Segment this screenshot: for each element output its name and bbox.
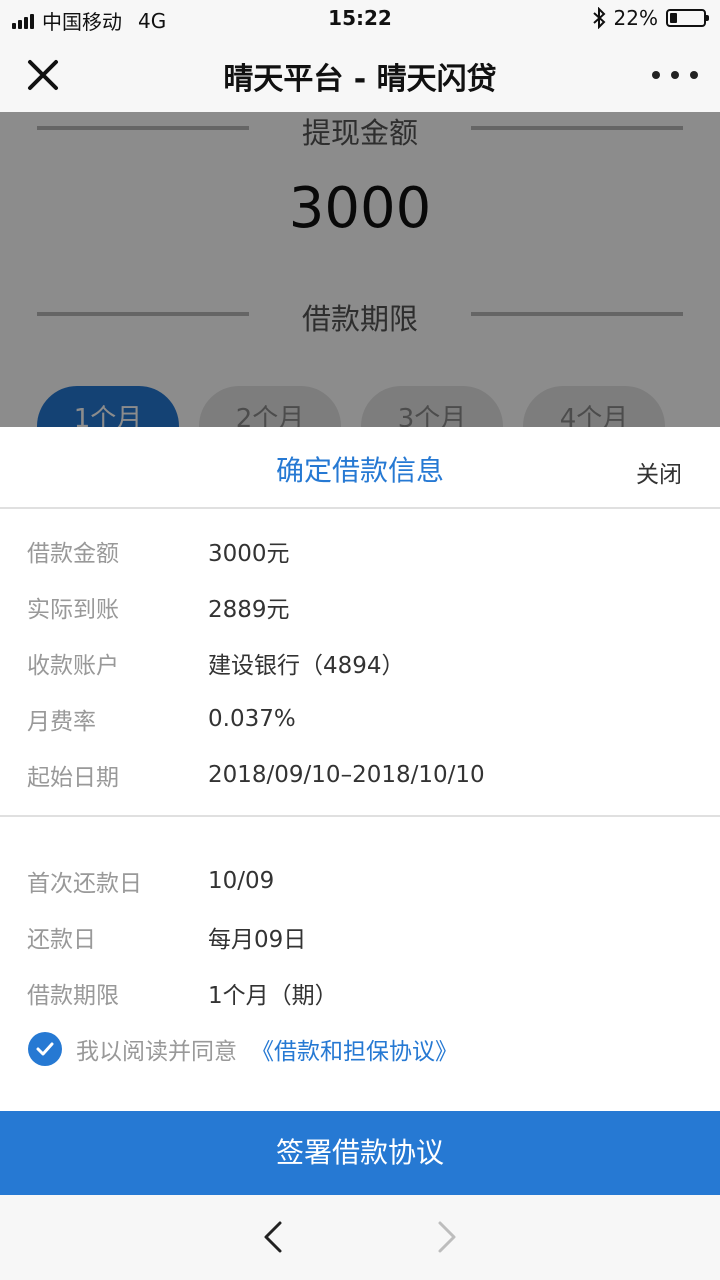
confirm-loan-sheet: 确定借款信息 关闭 借款金额 3000元 实际到账 2889元 收款账户 建设银… (0, 427, 720, 1280)
agreement-link[interactable]: 《借款和担保协议》 (251, 1032, 458, 1066)
close-button[interactable]: 关闭 (636, 455, 682, 489)
repayment-row: 首次还款日 10/09 (0, 853, 720, 909)
detail-row: 月费率 0.037% (0, 691, 720, 747)
sheet-title: 确定借款信息 (275, 454, 444, 487)
modal-overlay[interactable] (0, 112, 720, 427)
more-dots-icon[interactable] (652, 58, 698, 92)
sign-agreement-button[interactable]: 签署借款协议 (0, 1111, 720, 1195)
repayment-label: 借款期限 (27, 983, 119, 1009)
repayment-row: 还款日 每月09日 (0, 909, 720, 965)
detail-label: 实际到账 (27, 597, 119, 623)
detail-value: 2018/09/10–2018/10/10 (208, 762, 485, 788)
detail-row: 借款金额 3000元 (0, 523, 720, 579)
checkmark-icon (36, 1042, 54, 1056)
repayment-value: 每月09日 (208, 927, 307, 953)
agreement-row: 我以阅读并同意 《借款和担保协议》 (28, 1032, 458, 1066)
chevron-right-icon[interactable] (428, 1219, 464, 1255)
detail-value: 0.037% (208, 706, 296, 732)
detail-label: 起始日期 (27, 765, 119, 791)
loan-details: 借款金额 3000元 实际到账 2889元 收款账户 建设银行（4894） 月费… (0, 523, 720, 803)
repayment-value: 1个月（期） (208, 983, 338, 1009)
detail-label: 月费率 (27, 709, 96, 735)
bluetooth-icon (592, 7, 605, 29)
status-right: 22% (592, 6, 709, 30)
detail-row: 实际到账 2889元 (0, 579, 720, 635)
repayment-label: 还款日 (27, 927, 96, 953)
repayment-value: 10/09 (208, 868, 275, 894)
chevron-left-icon[interactable] (256, 1219, 292, 1255)
page-title: 晴天平台 - 晴天闪贷 (223, 62, 497, 97)
detail-value: 3000元 (208, 541, 290, 567)
battery-fill (670, 13, 677, 23)
repayment-details: 首次还款日 10/09 还款日 每月09日 借款期限 1个月（期） (0, 853, 720, 1021)
detail-row: 起始日期 2018/09/10–2018/10/10 (0, 747, 720, 803)
section-divider (0, 815, 720, 817)
nav-bar: 晴天平台 - 晴天闪贷 (0, 36, 720, 112)
detail-value: 建设银行（4894） (208, 653, 405, 679)
detail-label: 借款金额 (27, 541, 119, 567)
detail-label: 收款账户 (27, 653, 119, 679)
battery-icon (666, 9, 709, 27)
detail-value: 2889元 (208, 597, 290, 623)
sheet-header: 确定借款信息 关闭 (0, 427, 720, 509)
agreement-text: 我以阅读并同意 (76, 1039, 237, 1065)
detail-row: 收款账户 建设银行（4894） (0, 635, 720, 691)
repayment-row: 借款期限 1个月（期） (0, 965, 720, 1021)
browser-bottom-bar (0, 1195, 720, 1280)
repayment-label: 首次还款日 (27, 871, 142, 897)
status-bar: 中国移动 4G 15:22 22% (0, 0, 720, 36)
agreement-checkbox[interactable] (28, 1032, 62, 1066)
battery-percent: 22% (613, 6, 658, 30)
